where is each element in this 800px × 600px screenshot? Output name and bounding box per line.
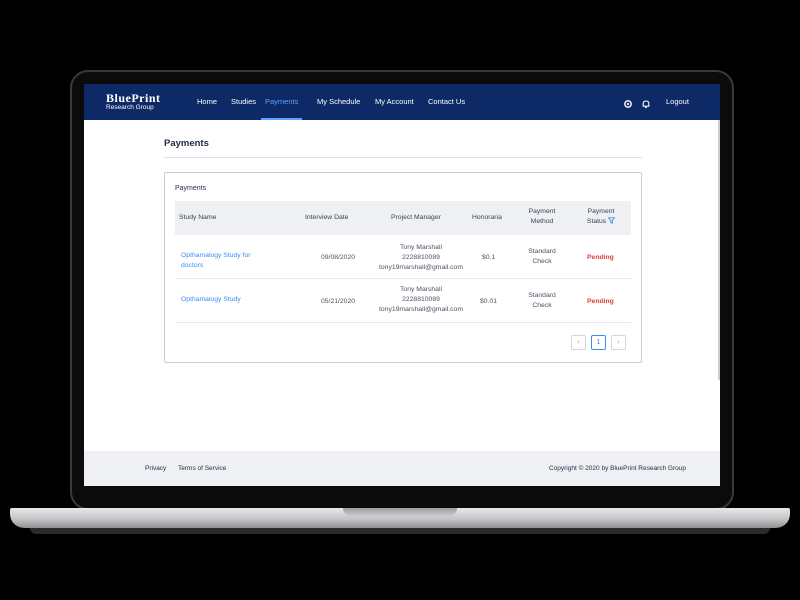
table-header: Study Name Interview Date Project Manage…: [175, 201, 631, 235]
pagination-next[interactable]: ›: [611, 335, 626, 350]
laptop-shadow: [30, 528, 770, 534]
table-row: Opthamalogy Study 05/21/2020 Tony Marsha…: [175, 279, 631, 323]
nav-payments[interactable]: Payments: [261, 84, 303, 120]
study-name-link[interactable]: Opthamalogy Study: [181, 295, 241, 305]
status-badge: Pending: [587, 254, 614, 261]
page-footer: Privacy Terms of Service Copyright © 202…: [84, 451, 720, 486]
scrollbar[interactable]: [718, 120, 720, 380]
manager-phone: 2228810089: [402, 254, 440, 261]
footer-privacy-link[interactable]: Privacy: [145, 465, 166, 472]
manager-name: Tony Marshall: [400, 286, 442, 293]
nav-contact-us[interactable]: Contact Us: [428, 84, 465, 120]
page-title: Payments: [164, 138, 209, 149]
footer-terms-link[interactable]: Terms of Service: [178, 465, 226, 472]
column-payment-method-line2: Method: [530, 218, 554, 225]
top-navbar: BluePrint Research Group Home Studies Pa…: [84, 84, 720, 120]
title-divider: [164, 157, 642, 158]
pagination-prev[interactable]: ‹: [571, 335, 586, 350]
nav-my-account[interactable]: My Account: [375, 84, 414, 120]
payment-method: Standard Check: [523, 291, 561, 311]
interview-date: 09/08/2020: [321, 254, 356, 261]
column-payment-method: Payment Method: [525, 207, 559, 227]
nav-home[interactable]: Home: [197, 84, 217, 120]
column-honoraria: Honoraria: [472, 214, 502, 221]
settings-gear-icon[interactable]: [623, 96, 633, 108]
status-badge: Pending: [587, 298, 614, 305]
bell-icon[interactable]: [641, 96, 651, 109]
manager-email: tony19marshall@gmail.com: [379, 264, 463, 271]
column-project-manager: Project Manager: [391, 214, 441, 221]
manager-phone: 2228810089: [402, 296, 440, 303]
project-manager: Tony Marshall 2228810089 tony19marshall@…: [371, 285, 471, 315]
project-manager: Tony Marshall 2228810089 tony19marshall@…: [371, 243, 471, 273]
filter-icon[interactable]: [607, 217, 616, 224]
brand-logo[interactable]: BluePrint Research Group: [106, 92, 161, 112]
column-study-name: Study Name: [179, 214, 217, 221]
column-payment-status-line1: Payment: [587, 208, 615, 215]
brand-subtitle: Research Group: [106, 104, 154, 111]
payment-method-line2: Check: [532, 258, 552, 265]
study-name-line1: Opthamalogy Study for: [181, 252, 251, 259]
laptop-notch: [343, 508, 457, 516]
column-payment-status: Payment Status: [581, 207, 621, 227]
honoraria-value: $0.01: [480, 298, 498, 305]
column-payment-status-line2: Status: [586, 218, 607, 225]
honoraria-value: $0.1: [482, 254, 496, 261]
manager-name: Tony Marshall: [400, 244, 442, 251]
study-name-link[interactable]: Opthamalogy Study for doctors: [181, 251, 251, 271]
manager-email: tony19marshall@gmail.com: [379, 306, 463, 313]
brand-name: BluePrint: [106, 91, 161, 105]
payment-method-line1: Standard: [528, 292, 556, 299]
interview-date: 05/21/2020: [321, 298, 356, 305]
table-row: Opthamalogy Study for doctors 09/08/2020…: [175, 235, 631, 279]
nav-studies[interactable]: Studies: [231, 84, 256, 120]
column-payment-method-line1: Payment: [528, 208, 556, 215]
payments-card: Payments Study Name Interview Date Proje…: [164, 172, 642, 363]
card-title: Payments: [175, 185, 207, 192]
column-interview-date: Interview Date: [305, 214, 349, 221]
nav-my-schedule[interactable]: My Schedule: [317, 84, 360, 120]
logout-link[interactable]: Logout: [666, 84, 689, 120]
payment-method-line1: Standard: [528, 248, 556, 255]
browser-screen: BluePrint Research Group Home Studies Pa…: [84, 84, 720, 486]
study-name-line2: doctors: [181, 262, 204, 269]
pagination-page-1[interactable]: 1: [591, 335, 606, 350]
payment-method-line2: Check: [532, 302, 552, 309]
footer-copyright: Copyright © 2020 by BluePrint Research G…: [548, 465, 686, 472]
payment-method: Standard Check: [523, 247, 561, 267]
